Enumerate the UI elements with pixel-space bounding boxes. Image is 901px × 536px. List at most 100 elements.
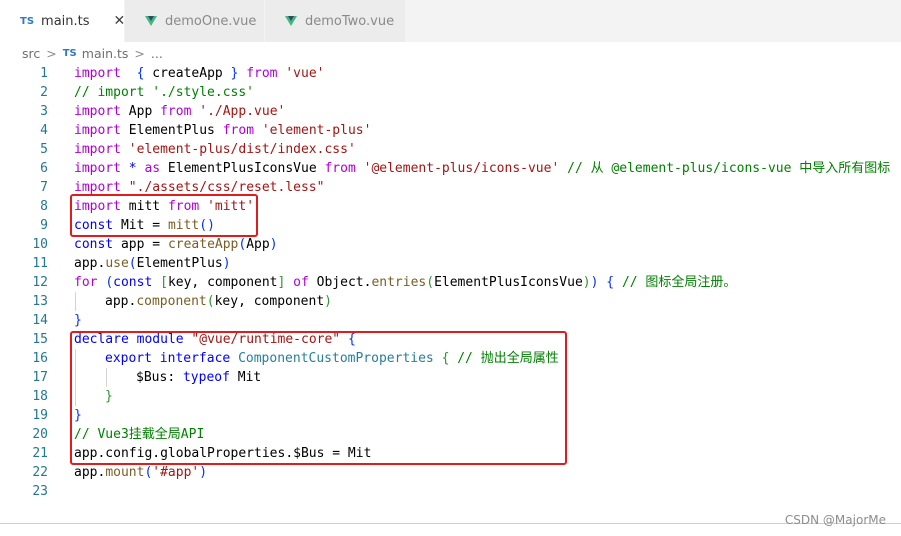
code-token: App [246, 237, 270, 252]
tab-demotwo-vue[interactable]: demoTwo.vue [265, 0, 406, 42]
code-line[interactable]: 9 const Mit = mitt() [0, 216, 901, 235]
chevron-right-icon: > [134, 45, 145, 61]
line-number: 17 [32, 370, 48, 385]
code-token: from [160, 104, 192, 119]
code-token: app. [74, 256, 106, 271]
code-token: // 从 @element-plus/icons-vue 中导入所有图标 [567, 161, 891, 176]
code-text: import 'element-plus/dist/index.css' [74, 140, 356, 159]
tab-main-ts[interactable]: TS main.ts ✕ [0, 0, 125, 42]
code-token: Mit = [113, 218, 168, 233]
code-token: ComponentCustomProperties [238, 351, 434, 366]
code-line[interactable]: 18} [0, 387, 901, 406]
code-token: // import './style.css' [74, 85, 255, 100]
code-token: createApp [144, 66, 231, 81]
code-text: import ElementPlus from 'element-plus' [74, 121, 371, 140]
code-line[interactable]: 12 for (const [key, component] of Object.… [0, 273, 901, 292]
breadcrumb-folder[interactable]: src [22, 46, 40, 61]
code-line[interactable]: 11 app.use(ElementPlus) [0, 254, 901, 273]
code-line[interactable]: 19} [0, 406, 901, 425]
code-token: from [324, 161, 356, 176]
code-token: } [74, 408, 82, 423]
code-line[interactable]: 3 import App from './App.vue' [0, 102, 901, 121]
line-number: 5 [40, 142, 48, 157]
breadcrumb-symbols[interactable]: ... [151, 46, 163, 61]
code-text: } [74, 311, 82, 330]
code-text: import { createApp } from 'vue' [74, 64, 324, 83]
code-token: typeof [182, 370, 230, 385]
code-line[interactable]: 10 const app = createApp(App) [0, 235, 901, 254]
code-line[interactable]: 7 import "./assets/css/reset.less" [0, 178, 901, 197]
code-line[interactable]: 21 app.config.globalProperties.$Bus = Mit [0, 444, 901, 463]
code-token: component [136, 294, 207, 309]
chevron-right-icon: > [46, 45, 57, 61]
code-text: for (const [key, component] of Object.en… [74, 273, 736, 292]
line-number: 9 [40, 218, 48, 233]
code-line[interactable]: 2 // import './style.css' [0, 83, 901, 102]
code-line[interactable]: 6 import * as ElementPlusIconsVue from '@… [0, 159, 901, 178]
code-text: const app = createApp(App) [74, 235, 278, 254]
code-line[interactable]: 5 import 'element-plus/dist/index.css' [0, 140, 901, 159]
code-token: ( [206, 294, 215, 309]
breadcrumb-file[interactable]: main.ts [82, 46, 129, 61]
code-token: import [74, 161, 121, 176]
code-line[interactable]: 17 $Bus: typeof Mit [0, 368, 901, 387]
code-editor[interactable]: 1 import { createApp } from 'vue' 2 // impo… [0, 64, 901, 501]
code-token: app. [105, 294, 137, 309]
code-text: declare module "@vue/runtime-core" { [74, 330, 356, 349]
code-token: import [74, 104, 121, 119]
code-text: import mitt from 'mitt' [74, 197, 254, 216]
code-token: use [105, 256, 129, 271]
code-token: '@element-plus/icons-vue' [363, 161, 560, 176]
code-line[interactable]: 13 app.component(key, component) [0, 292, 901, 311]
code-token: * [128, 161, 137, 176]
code-token: import [74, 180, 121, 195]
code-line[interactable]: 4 import ElementPlus from 'element-plus' [0, 121, 901, 140]
code-token: import [74, 199, 121, 214]
code-token: ) [582, 275, 591, 290]
code-text: } [74, 406, 82, 425]
code-line[interactable]: 14} [0, 311, 901, 330]
code-token: 'element-plus/dist/index.css' [128, 142, 356, 157]
line-number: 12 [32, 275, 48, 290]
code-token: import [74, 123, 121, 138]
line-number: 1 [40, 66, 48, 81]
tab-demoone-vue[interactable]: demoOne.vue [125, 0, 265, 42]
code-line[interactable]: 20 // Vue3挂载全局API [0, 425, 901, 444]
code-line[interactable]: 8 import mitt from 'mitt' [0, 197, 901, 216]
code-token: entries [371, 275, 427, 290]
code-token: : [167, 370, 183, 385]
tab-label: demoOne.vue [165, 13, 257, 29]
indent-guide [75, 368, 76, 387]
editor-tab-bar: TS main.ts ✕ demoOne.vue demoTwo.vue [0, 0, 901, 42]
line-number: 3 [40, 104, 48, 119]
code-token: } [105, 389, 113, 404]
code-text: app.config.globalProperties.$Bus = Mit [74, 444, 371, 463]
watermark: CSDN @MajorMe [784, 513, 886, 527]
vue-file-icon [145, 16, 157, 26]
code-line[interactable]: 1 import { createApp } from 'vue' [0, 64, 901, 83]
code-token: of [293, 275, 309, 290]
close-icon[interactable]: ✕ [114, 13, 126, 29]
code-token: key, component [214, 294, 325, 309]
breadcrumb: src > TS main.ts > ... [0, 42, 901, 64]
code-token: mitt [167, 218, 200, 233]
code-line[interactable]: 15 declare module "@vue/runtime-core" { [0, 330, 901, 349]
tab-label: demoTwo.vue [305, 13, 395, 29]
line-number: 15 [32, 332, 48, 347]
code-token: from [222, 123, 255, 138]
indent-guide [75, 387, 76, 406]
code-token: "@vue/runtime-core" [191, 332, 341, 347]
code-token: declare [74, 332, 129, 347]
code-token: import [74, 142, 121, 157]
code-token: 'vue' [285, 66, 325, 81]
code-line[interactable]: 23 [0, 482, 901, 501]
code-token: module [136, 332, 184, 347]
code-line[interactable]: 22 app.mount('#app') [0, 463, 901, 482]
code-line[interactable]: 16 export interface ComponentCustomProper… [0, 349, 901, 368]
